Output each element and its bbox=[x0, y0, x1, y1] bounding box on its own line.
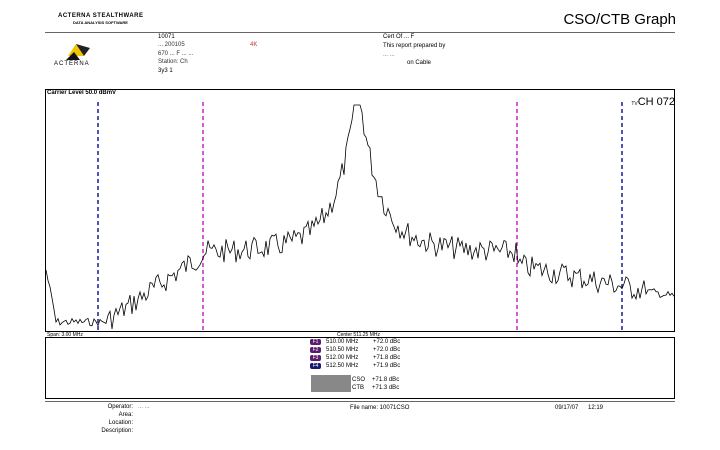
location-label: Location: bbox=[108, 420, 133, 426]
marker-row: F4 512.50 MHz +71.9 dBc bbox=[310, 363, 420, 370]
marker-frequency: 510.00 MHz bbox=[326, 339, 359, 345]
marker-level: +71.8 dBc bbox=[373, 355, 401, 361]
marker-row: F3 512.00 MHz +71.8 dBc bbox=[310, 355, 420, 362]
cso-value: +71.8 dBc bbox=[372, 377, 400, 383]
report-line-2: ... 200105 bbox=[158, 42, 185, 48]
prepared-name: ... ... bbox=[383, 52, 395, 58]
marker-level: +71.9 dBc bbox=[373, 363, 401, 369]
spectrum-trace bbox=[46, 104, 674, 330]
description-label: Description: bbox=[101, 428, 133, 434]
brand-block: ACTERNA STEALTHWARE DATA ANALYSIS SOFTWA… bbox=[58, 13, 144, 25]
header-divider bbox=[45, 32, 675, 33]
marker-level: +72.0 dBc bbox=[373, 347, 401, 353]
marker-frequency: 512.00 MHz bbox=[326, 355, 359, 361]
brand-top: ACTERNA STEALTHWARE bbox=[58, 13, 144, 19]
logo-mark-icon bbox=[66, 44, 90, 60]
marker-tag: F3 bbox=[310, 355, 321, 361]
area-label: Area: bbox=[118, 412, 133, 418]
footer-divider bbox=[45, 401, 675, 402]
operator-label: Operator: bbox=[107, 404, 133, 410]
spectrum-plot bbox=[45, 89, 675, 332]
acterna-logo: ACTERNA bbox=[54, 40, 112, 70]
channel-label: TVCH 072 bbox=[631, 92, 675, 110]
report-time: 12:19 bbox=[588, 405, 604, 411]
marker-tag: F2 bbox=[310, 347, 321, 353]
ctb-label: CTB bbox=[352, 385, 364, 391]
operator-value: ... ... bbox=[138, 404, 150, 410]
spectrum-canvas bbox=[46, 102, 674, 331]
marker-frequency: 510.50 MHz bbox=[326, 347, 359, 353]
marker-tag: F1 bbox=[310, 339, 321, 345]
logo-text: ACTERNA bbox=[54, 61, 90, 67]
report-id: 10071 bbox=[158, 34, 175, 40]
prepared-by: This report prepared by bbox=[383, 43, 446, 49]
cert-label: Cert Of ... F bbox=[383, 34, 415, 40]
marker-tag: F4 bbox=[310, 363, 321, 369]
ctb-value: +71.3 dBc bbox=[372, 385, 400, 391]
carrier-level: Carrier Level 50.0 dBmV bbox=[47, 90, 117, 96]
brand-sub: DATA ANALYSIS SOFTWARE bbox=[73, 20, 128, 25]
report-line-5: 3y3 1 bbox=[158, 68, 173, 74]
marker-row: F1 510.00 MHz +72.0 dBc bbox=[310, 339, 420, 346]
page-title: CSO/CTB Graph bbox=[563, 11, 676, 28]
marker-level: +72.0 dBc bbox=[373, 339, 401, 345]
on-cable: on Cable bbox=[407, 60, 432, 66]
cso-ctb-swatch bbox=[311, 375, 351, 392]
cso-label: CSO bbox=[352, 377, 366, 383]
report-line-4: Station: Ch bbox=[158, 59, 188, 65]
marker-row: F2 510.50 MHz +72.0 dBc bbox=[310, 347, 420, 354]
report-line-3: 670 ... F ... ... bbox=[158, 51, 194, 57]
report-line-2-mark: 4K bbox=[250, 42, 258, 48]
channel-value: CH 072 bbox=[637, 96, 675, 108]
report-date: 09/17/07 bbox=[555, 405, 579, 411]
marker-frequency: 512.50 MHz bbox=[326, 363, 359, 369]
file-name: File name: 10071CSO bbox=[350, 405, 410, 411]
